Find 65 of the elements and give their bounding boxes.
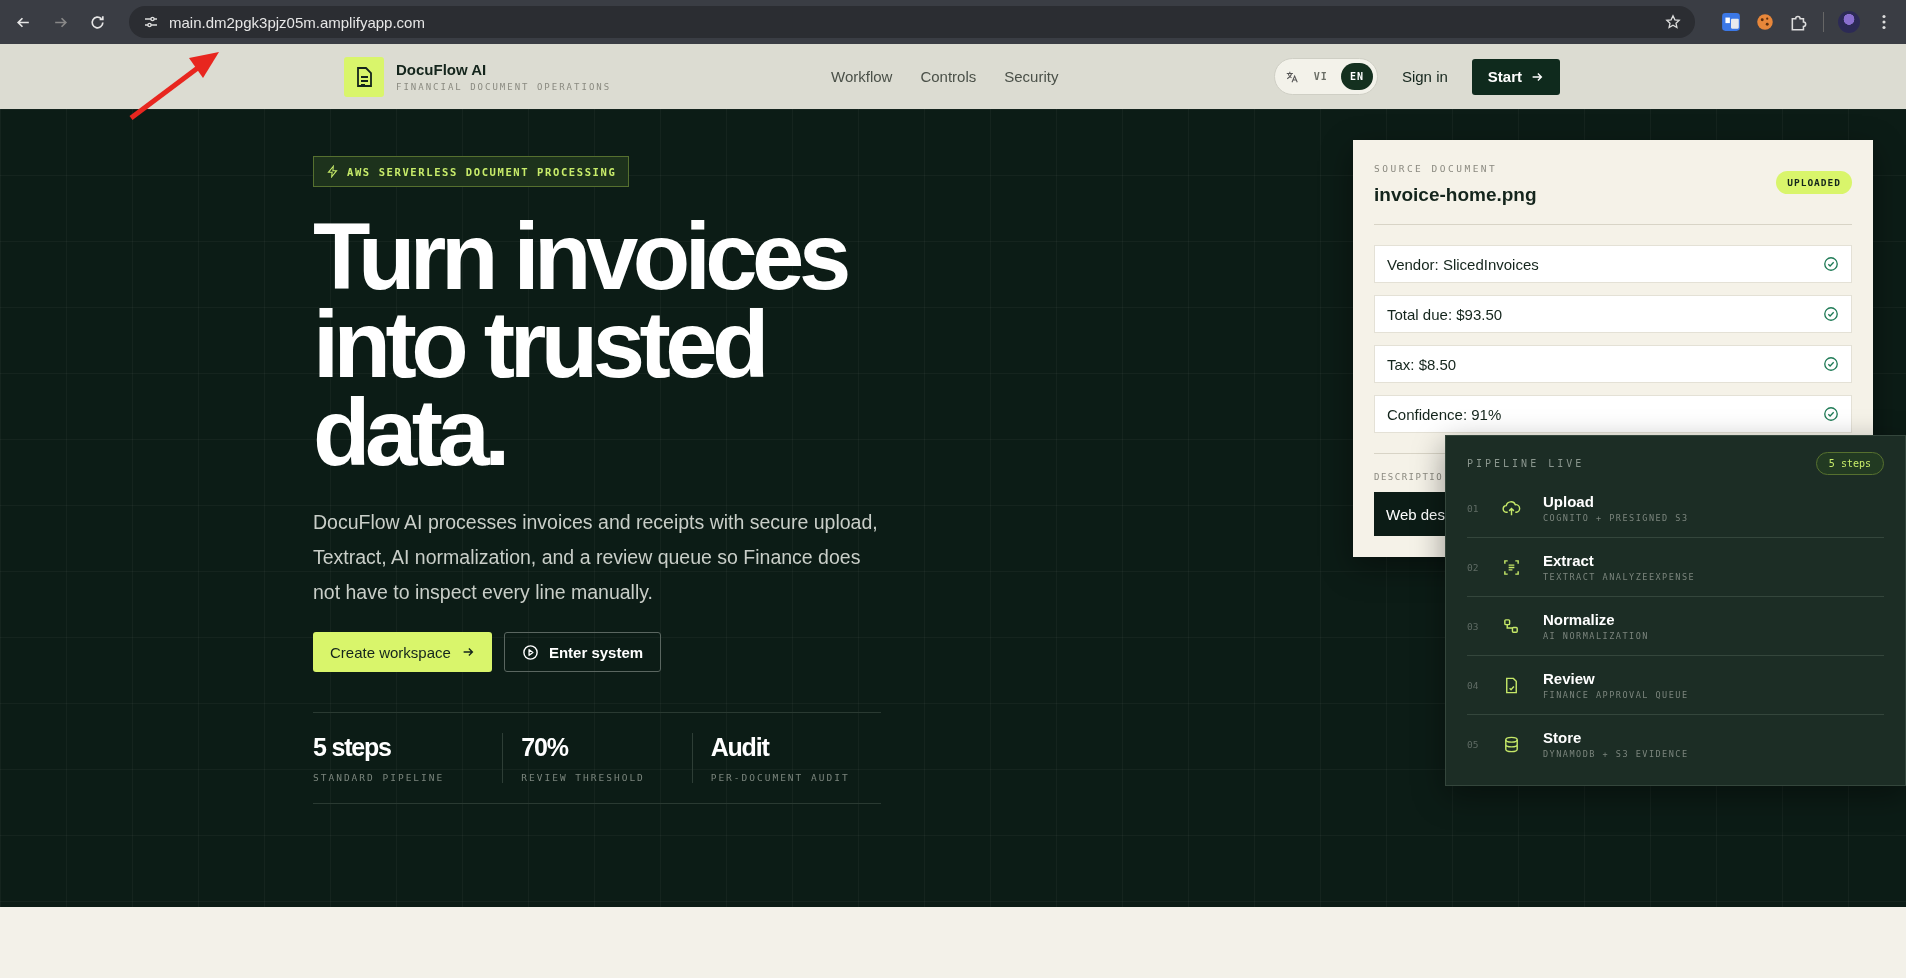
start-button[interactable]: Start [1471, 58, 1560, 95]
stat-value: 70% [521, 733, 570, 762]
step-number: 03 [1467, 620, 1480, 632]
reload-icon[interactable] [89, 13, 106, 31]
hero-description: DocuFlow AI processes invoices and receipts with secure upload, Textract, AI normalization, and a review queue so Finance does not have to inspect every line manually. [313, 510, 878, 605]
sign-in-link[interactable]: Sign in [1401, 68, 1448, 85]
step-title: Upload [1543, 493, 1595, 510]
check-circle-icon [1823, 356, 1839, 372]
stat-value: Audit [710, 733, 771, 762]
tune-icon[interactable] [143, 14, 159, 30]
nav-link[interactable]: Workflow [831, 68, 893, 85]
stat-value: 5 steps [313, 733, 392, 762]
step-detail: FINANCE APPROVAL QUEUE [1543, 690, 1689, 700]
step-title: Extract [1543, 552, 1595, 569]
step-title: Review [1543, 670, 1596, 687]
step-detail: DYNAMODB + S3 EVIDENCE [1543, 749, 1689, 759]
lightning-icon [326, 165, 339, 178]
file-name: invoice-home.png [1374, 184, 1537, 206]
url-text: main.dm2pgk3pjz05m.amplifyapp.com [169, 13, 426, 31]
step-title: Store [1543, 729, 1583, 746]
step-number: 02 [1467, 561, 1480, 573]
panel-title: PIPELINE LIVE [1467, 458, 1585, 469]
tag-text: AWS SERVERLESS DOCUMENT PROCESSING [347, 165, 617, 178]
address-bar[interactable]: main.dm2pgk3pjz05m.amplifyapp.com [129, 6, 1695, 38]
status-badge: UPLOADED [1776, 171, 1852, 194]
step-detail: AI NORMALIZATION [1543, 631, 1649, 641]
hero-heading: Turn invoices [313, 213, 846, 301]
stat-label: STANDARD PIPELINE [313, 772, 446, 783]
check-circle-icon [1823, 406, 1839, 422]
check-circle-icon [1823, 256, 1839, 272]
check-circle-icon [1823, 306, 1839, 322]
cookie-icon[interactable] [1755, 12, 1775, 32]
language-toggle[interactable]: VI EN [1273, 58, 1378, 95]
brand-name: DocuFlow AI [396, 61, 488, 78]
workflow-icon [1502, 616, 1521, 636]
cloud-upload-icon [1502, 498, 1521, 518]
scan-text-icon [1502, 557, 1521, 577]
step-detail: TEXTRACT ANALYZEEXPENSE [1543, 572, 1696, 582]
enter-system-button[interactable]: Enter system [503, 632, 662, 672]
hero-heading: data. [313, 389, 505, 477]
step-number: 05 [1467, 738, 1480, 750]
step-detail: COGNITO + PRESIGNED S3 [1543, 513, 1689, 523]
database-icon [1502, 734, 1521, 754]
nav-link[interactable]: Controls [920, 68, 977, 85]
hero-heading: into trusted [313, 301, 764, 389]
play-icon [521, 643, 539, 661]
step-number: 01 [1467, 502, 1480, 514]
field-text: Tax: $8.50 [1387, 355, 1457, 373]
brand-tagline: FINANCIAL DOCUMENT OPERATIONS [396, 82, 612, 92]
language-option[interactable]: EN [1340, 63, 1373, 90]
create-workspace-button[interactable]: Create workspace [313, 632, 492, 672]
field-text: Total due: $93.50 [1387, 305, 1503, 323]
nav-link[interactable]: Security [1004, 68, 1059, 85]
field-text: Confidence: 91% [1387, 405, 1502, 423]
card-label: SOURCE DOCUMENT [1374, 163, 1499, 174]
document-logo-icon[interactable] [344, 56, 384, 97]
profile-avatar[interactable] [1838, 11, 1860, 33]
stat-label: PER-DOCUMENT AUDIT [710, 772, 851, 783]
step-number: 04 [1467, 679, 1480, 691]
field-text: Vendor: SlicedInvoices [1387, 255, 1539, 273]
step-title: Normalize [1543, 611, 1616, 628]
steps-badge: 5 steps [1815, 452, 1884, 475]
language-option[interactable]: VI [1304, 63, 1337, 90]
star-icon[interactable] [1665, 14, 1681, 30]
stat-label: REVIEW THRESHOLD [521, 772, 646, 783]
